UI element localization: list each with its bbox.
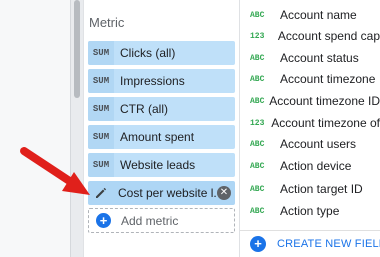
field-type-badge: ABC [250, 161, 265, 171]
field-item[interactable]: ABC Account status [240, 48, 380, 68]
red-arrow-annotation [20, 147, 90, 195]
field-item[interactable]: ABC Action type [240, 201, 380, 221]
plus-icon: + [96, 213, 111, 228]
field-item[interactable]: ABC Account name [240, 5, 380, 25]
field-type-badge: 123 [250, 31, 265, 41]
create-new-field-label: CREATE NEW FIELD [277, 238, 380, 250]
metric-label: CTR (all) [120, 102, 168, 116]
field-name: Action type [280, 204, 340, 218]
field-type-badge: ABC [250, 53, 265, 63]
metric-label: Amount spent [120, 130, 195, 144]
divider [240, 230, 380, 231]
metric-label: Cost per website l... [118, 186, 216, 200]
field-name: Account timezone of [271, 116, 380, 130]
field-type-badge: ABC [250, 10, 265, 20]
close-icon[interactable]: ✕ [217, 186, 231, 200]
metric-label: Clicks (all) [120, 46, 176, 60]
field-item[interactable]: ABC Account timezone [240, 69, 380, 89]
plus-icon: + [250, 236, 266, 252]
field-name: Action device [280, 159, 352, 173]
field-item[interactable]: ABC Account users [240, 134, 380, 154]
field-name: Action target ID [280, 182, 363, 196]
field-item[interactable]: ABC Action target ID [240, 179, 380, 199]
field-item[interactable]: ABC Account timezone ID [240, 91, 380, 111]
field-name: Account name [280, 8, 357, 22]
field-name: Account spend cap [277, 29, 380, 43]
field-name: Account timezone [280, 72, 376, 86]
field-name: Account status [280, 51, 359, 65]
field-type-badge: ABC [250, 74, 265, 84]
field-name: Account timezone ID [269, 94, 380, 108]
add-metric-label: Add metric [121, 213, 179, 228]
metric-label: Impressions [120, 74, 185, 88]
field-item[interactable]: 123 Account timezone of [240, 113, 380, 133]
field-item[interactable]: ABC Action device [240, 156, 380, 176]
field-name: Account users [280, 137, 357, 151]
field-type-badge: 123 [250, 118, 265, 128]
create-new-field-button[interactable]: + CREATE NEW FIELD [250, 236, 380, 252]
metric-label: Website leads [120, 158, 196, 172]
field-type-badge: ABC [250, 184, 265, 194]
field-item[interactable]: 123 Account spend cap [240, 26, 380, 46]
field-type-badge: ABC [250, 206, 265, 216]
fields-panel: ABC Account name 123 Account spend cap A… [240, 0, 380, 257]
add-metric-button[interactable]: + Add metric [88, 208, 235, 233]
field-type-badge: ABC [250, 139, 265, 149]
field-type-badge: ABC [250, 96, 265, 106]
